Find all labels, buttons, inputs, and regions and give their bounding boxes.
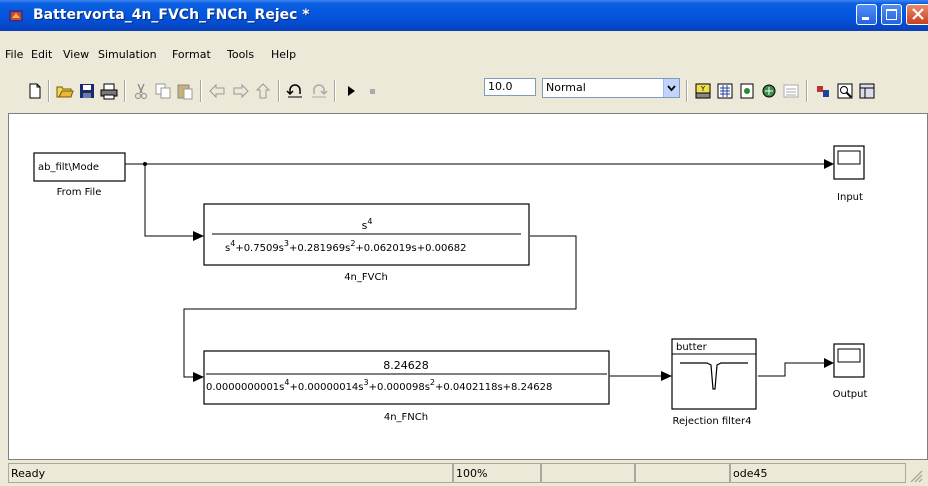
model-icon[interactable] bbox=[814, 82, 832, 100]
cut-icon[interactable] bbox=[132, 82, 150, 100]
simulink-app-icon[interactable] bbox=[8, 8, 24, 24]
simulink-window: Battervorta_4n_FVCh_FNCh_Rejec * File Ed… bbox=[0, 0, 928, 486]
resize-grip-icon[interactable] bbox=[908, 468, 924, 484]
menu-simulation[interactable]: Simulation bbox=[98, 48, 157, 61]
arrow-to-output bbox=[824, 358, 834, 368]
start-icon[interactable] bbox=[342, 82, 360, 100]
polynomial-term: +0.062019s+0.00682 bbox=[355, 243, 466, 254]
minimize-icon bbox=[862, 17, 869, 20]
tf1-label: 4n_FVCh bbox=[344, 272, 388, 283]
close-icon bbox=[912, 8, 924, 20]
rejection-filter-block[interactable]: butter Rejection filter4 bbox=[671, 338, 757, 427]
line-rejection-to-output[interactable] bbox=[758, 362, 824, 377]
polynomial-term: +0.281969s bbox=[289, 243, 350, 254]
status-solver: ode45 bbox=[730, 463, 906, 483]
save-icon[interactable] bbox=[78, 82, 96, 100]
arrow-to-rejection bbox=[661, 371, 672, 381]
status-bar: Ready 100% ode45 bbox=[0, 460, 928, 486]
status-zoom: 100% bbox=[453, 463, 541, 483]
copy-icon[interactable] bbox=[154, 82, 172, 100]
maximize-button[interactable] bbox=[881, 4, 902, 25]
chevron-down-icon bbox=[667, 85, 676, 92]
title-bar[interactable]: Battervorta_4n_FVCh_FNCh_Rejec * bbox=[0, 0, 928, 31]
from-file-label: From File bbox=[57, 187, 102, 198]
up-icon[interactable] bbox=[254, 82, 272, 100]
menu-bar: File Edit View Simulation Format Tools H… bbox=[0, 44, 928, 66]
tf2-block[interactable]: 8.24628 0.0000000001s4+0.00000014s3+0.00… bbox=[203, 350, 610, 423]
rejection-filter-label: Rejection filter4 bbox=[672, 416, 751, 427]
paste-icon[interactable] bbox=[176, 82, 194, 100]
from-file-block[interactable]: ab_filt\Mode From File bbox=[33, 152, 126, 198]
from-file-content: ab_filt\Mode bbox=[38, 162, 99, 173]
simulation-mode-select[interactable]: Normal bbox=[542, 78, 680, 98]
input-scope-label: Input bbox=[837, 192, 863, 203]
scope-icon[interactable] bbox=[836, 82, 854, 100]
library-icon[interactable] bbox=[716, 82, 734, 100]
forward-icon[interactable] bbox=[232, 82, 250, 100]
simulation-mode-value: Normal bbox=[546, 81, 586, 94]
menu-help[interactable]: Help bbox=[271, 48, 296, 61]
stop-time-input[interactable]: 10.0 bbox=[484, 78, 536, 96]
maximize-icon bbox=[886, 9, 897, 20]
menu-view[interactable]: View bbox=[63, 48, 89, 61]
status-empty-1 bbox=[541, 463, 635, 483]
toolbar: 10.0 Normal Y bbox=[0, 66, 928, 112]
debug-icon[interactable] bbox=[760, 82, 778, 100]
update-icon[interactable] bbox=[738, 82, 756, 100]
svg-text:Y: Y bbox=[700, 85, 706, 93]
print-icon[interactable] bbox=[100, 82, 118, 100]
minimize-button[interactable] bbox=[856, 4, 877, 25]
undo-icon[interactable] bbox=[286, 82, 304, 100]
arrow-to-tf2 bbox=[193, 372, 204, 382]
status-empty-2 bbox=[635, 463, 730, 483]
polynomial-term: +0.0402118s+8.24628 bbox=[435, 382, 552, 393]
tf2-numerator: 8.24628 bbox=[383, 359, 429, 372]
window-title: Battervorta_4n_FVCh_FNCh_Rejec * bbox=[33, 7, 310, 23]
arrow-to-tf1 bbox=[193, 231, 204, 241]
tf2-label: 4n_FNCh bbox=[384, 412, 428, 423]
rejection-filter-title: butter bbox=[676, 342, 708, 353]
output-scope-label: Output bbox=[833, 389, 868, 400]
stop-icon[interactable] bbox=[364, 82, 382, 100]
input-scope-block[interactable]: Input bbox=[833, 145, 865, 203]
line-branch-to-tf1[interactable] bbox=[144, 164, 196, 237]
block-diagram: ab_filt\Mode From File Input s4 s4+0.750… bbox=[33, 145, 868, 427]
polynomial-term: +0.7509s bbox=[235, 243, 284, 254]
menu-edit[interactable]: Edit bbox=[31, 48, 52, 61]
status-ready: Ready bbox=[8, 463, 453, 483]
output-scope-block[interactable]: Output bbox=[833, 343, 868, 400]
polynomial-term: 0.0000000001s bbox=[206, 382, 284, 393]
explorer-icon[interactable] bbox=[782, 82, 800, 100]
redo-icon[interactable] bbox=[310, 82, 328, 100]
arrow-to-input bbox=[824, 159, 834, 169]
back-icon[interactable] bbox=[208, 82, 226, 100]
menu-file[interactable]: File bbox=[5, 48, 23, 61]
browser-icon[interactable] bbox=[858, 82, 876, 100]
polynomial-term: +0.000098s bbox=[369, 382, 430, 393]
menu-format[interactable]: Format bbox=[172, 48, 211, 61]
tf1-block[interactable]: s4 s4+0.7509s3+0.281969s2+0.062019s+0.00… bbox=[203, 203, 530, 283]
dropdown-arrow[interactable] bbox=[663, 79, 679, 97]
polynomial-term: +0.00000014s bbox=[289, 382, 363, 393]
menu-tools[interactable]: Tools bbox=[227, 48, 254, 61]
close-button[interactable] bbox=[906, 4, 928, 25]
branch-point bbox=[143, 162, 147, 166]
build-icon[interactable]: Y bbox=[694, 82, 712, 100]
new-icon[interactable] bbox=[26, 82, 44, 100]
open-icon[interactable] bbox=[56, 82, 74, 100]
